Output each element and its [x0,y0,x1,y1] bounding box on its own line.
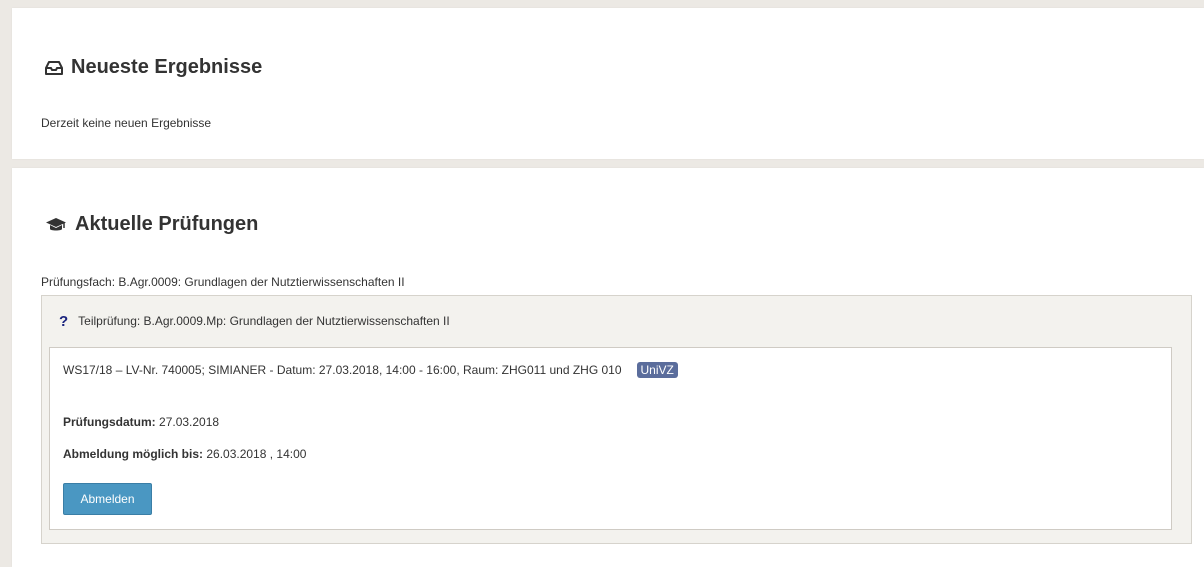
appointment-title-row: WS17/18 – LV-Nr. 740005; SIMIANER - Datu… [63,362,678,378]
exam-subject: Prüfungsfach: B.Agr.0009: Grundlagen der… [41,275,405,289]
part-exam-title: Teilprüfung: B.Agr.0009.Mp: Grundlagen d… [78,314,450,328]
exam-appointment-card: WS17/18 – LV-Nr. 740005; SIMIANER - Datu… [49,347,1172,530]
part-exam-box: ? Teilprüfung: B.Agr.0009.Mp: Grundlagen… [41,295,1192,544]
inbox-icon [45,60,63,75]
graduation-cap-icon [45,217,67,233]
deregistration-value: 26.03.2018 , 14:00 [206,447,307,461]
exam-date-label: Prüfungsdatum: [63,415,156,429]
deregister-button[interactable]: Abmelden [63,483,152,515]
exam-date-row: Prüfungsdatum: 27.03.2018 [63,415,219,429]
univz-badge[interactable]: UniVZ [636,362,678,378]
current-exams-title: Aktuelle Prüfungen [75,213,259,235]
question-icon: ? [59,312,69,330]
part-exam-header: ? Teilprüfung: B.Agr.0009.Mp: Grundlagen… [42,296,1191,346]
current-exams-heading: Aktuelle Prüfungen [45,213,258,236]
deregistration-row: Abmeldung möglich bis: 26.03.2018 , 14:0… [63,447,306,461]
latest-results-heading: Neueste Ergebnisse [45,56,262,79]
exam-date-value: 27.03.2018 [159,415,220,429]
latest-results-panel: Neueste Ergebnisse Derzeit keine neuen E… [12,8,1204,159]
current-exams-panel: Aktuelle Prüfungen Prüfungsfach: B.Agr.0… [12,168,1204,567]
no-results-message: Derzeit keine neuen Ergebnisse [41,116,212,130]
appointment-title: WS17/18 – LV-Nr. 740005; SIMIANER - Datu… [63,363,622,377]
latest-results-title: Neueste Ergebnisse [71,56,263,78]
deregistration-label: Abmeldung möglich bis: [63,447,203,461]
